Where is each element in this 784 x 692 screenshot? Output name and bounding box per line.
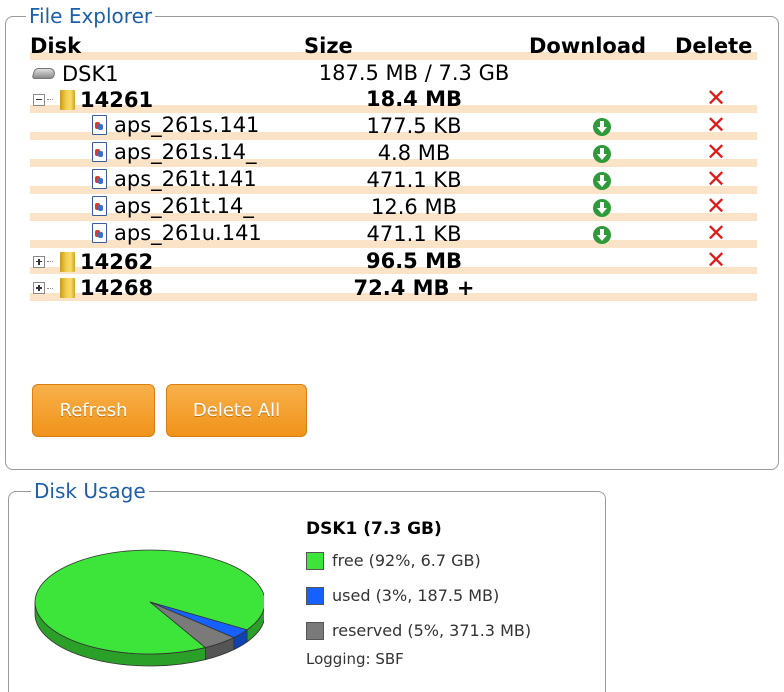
folder-icon: [60, 278, 75, 299]
legend-item-used: used (3%, 187.5 MB): [306, 586, 499, 605]
file-size: 12.6 MB: [371, 195, 457, 220]
download-icon[interactable]: [593, 118, 611, 137]
logging-status: Logging: SBF: [306, 650, 404, 668]
file-row[interactable]: aps_261u.141 471.1 KB ✕: [30, 219, 757, 248]
disk-size: 187.5 MB / 7.3 GB: [318, 60, 510, 85]
delete-icon[interactable]: ✕: [706, 84, 726, 112]
file-icon: [92, 141, 107, 162]
collapse-toggle-icon[interactable]: [33, 93, 45, 106]
disk-usage-pie-chart: [34, 549, 264, 667]
delete-icon[interactable]: ✕: [706, 219, 726, 247]
download-icon[interactable]: [593, 199, 611, 218]
folder-row[interactable]: 14262 96.5 MB ✕: [30, 246, 757, 275]
folder-name: 14268: [80, 276, 154, 301]
disk-label: DSK1 (7.3 GB): [306, 519, 442, 539]
file-icon: [92, 195, 107, 216]
legend-item-reserved: reserved (5%, 371.3 MB): [306, 621, 531, 640]
delete-icon[interactable]: ✕: [706, 111, 726, 139]
file-icon: [92, 168, 107, 189]
file-name: aps_261s.14_: [114, 139, 257, 164]
hard-drive-icon: [31, 68, 57, 80]
file-explorer-title: File Explorer: [26, 3, 156, 29]
folder-name: 14261: [80, 87, 154, 112]
file-size: 471.1 KB: [366, 222, 462, 247]
col-download-header: Download: [529, 34, 647, 59]
file-size: 4.8 MB: [377, 141, 451, 166]
file-size: 177.5 KB: [366, 114, 462, 139]
refresh-button[interactable]: Refresh: [32, 384, 155, 437]
file-name: aps_261s.141: [114, 112, 260, 137]
disk-name: DSK1: [62, 61, 119, 86]
folder-name: 14262: [80, 249, 154, 274]
col-size-header: Size: [304, 34, 353, 59]
legend-label-free: free (92%, 6.7 GB): [332, 551, 481, 570]
disk-row[interactable]: DSK1 187.5 MB / 7.3 GB: [30, 60, 757, 87]
delete-icon[interactable]: ✕: [706, 246, 726, 274]
expand-toggle-icon[interactable]: [33, 255, 45, 268]
file-row[interactable]: aps_261s.141 177.5 KB ✕: [30, 111, 757, 140]
file-table: Disk Size Download Delete DSK1 187.5 MB …: [30, 33, 757, 301]
folder-row[interactable]: 14268 72.4 MB +: [30, 274, 757, 301]
folder-size: 18.4 MB: [365, 87, 463, 112]
file-name: aps_261t.14_: [114, 193, 254, 218]
file-row[interactable]: aps_261s.14_ 4.8 MB ✕: [30, 138, 757, 167]
download-icon[interactable]: [593, 226, 611, 245]
legend-swatch-reserved: [306, 621, 324, 640]
table-header-row: Disk Size Download Delete: [30, 33, 757, 60]
col-delete-header: Delete: [675, 34, 753, 59]
file-name: aps_261u.141: [114, 220, 262, 245]
legend-item-free: free (92%, 6.7 GB): [306, 551, 481, 570]
download-icon[interactable]: [593, 145, 611, 164]
file-icon: [92, 222, 107, 243]
delete-all-button[interactable]: Delete All: [166, 384, 307, 437]
legend-label-used: used (3%, 187.5 MB): [332, 586, 500, 605]
legend-swatch-free: [306, 551, 324, 570]
legend-swatch-used: [306, 586, 324, 605]
download-icon[interactable]: [593, 172, 611, 191]
folder-icon: [60, 251, 75, 272]
file-row[interactable]: aps_261t.141 471.1 KB ✕: [30, 165, 757, 194]
file-icon: [92, 114, 107, 135]
folder-size: 72.4 MB +: [353, 275, 475, 300]
folder-icon: [60, 89, 75, 110]
delete-icon[interactable]: ✕: [706, 192, 726, 220]
file-size: 471.1 KB: [366, 168, 462, 193]
delete-icon[interactable]: ✕: [706, 165, 726, 193]
file-row[interactable]: aps_261t.14_ 12.6 MB ✕: [30, 192, 757, 221]
file-name: aps_261t.141: [114, 166, 257, 191]
delete-icon[interactable]: ✕: [706, 138, 726, 166]
folder-size: 96.5 MB: [365, 249, 463, 274]
expand-toggle-icon[interactable]: [33, 282, 45, 295]
col-disk-header: Disk: [30, 34, 82, 59]
disk-usage-title: Disk Usage: [31, 478, 149, 504]
legend-label-reserved: reserved (5%, 371.3 MB): [332, 621, 532, 640]
folder-row[interactable]: 14261 18.4 MB ✕: [30, 86, 757, 113]
